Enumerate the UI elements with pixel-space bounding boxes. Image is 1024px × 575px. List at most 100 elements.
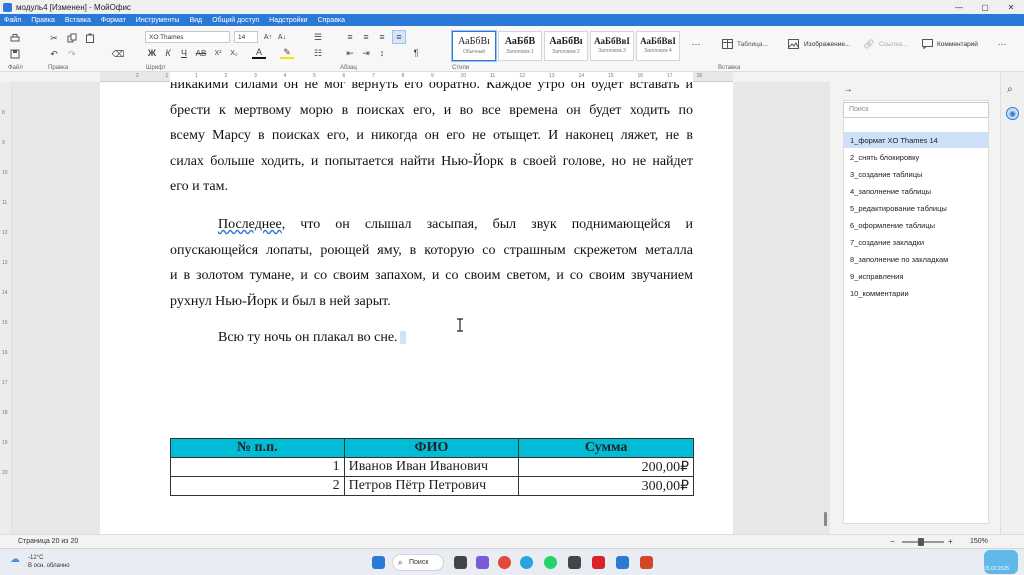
bookmark-item[interactable]: 2_снять блокировку (844, 149, 988, 165)
font-size-select[interactable]: 14 (234, 31, 258, 43)
align-justify-icon[interactable]: ≡ (392, 30, 406, 44)
pilcrow-icon[interactable]: ¶ (410, 47, 422, 59)
start-icon[interactable] (372, 556, 385, 569)
menu-addons[interactable]: Надстройки (269, 17, 307, 24)
line-spacing-icon[interactable]: ↕ (376, 47, 388, 59)
myoffice-icon[interactable] (616, 556, 629, 569)
whatsapp-icon[interactable] (544, 556, 557, 569)
insert-table-button[interactable]: Таблица... (737, 41, 768, 48)
paragraph-1[interactable]: никакими силами он не мог вернуть его об… (170, 82, 693, 200)
insert-image-button[interactable]: Изображение... (804, 41, 850, 48)
chrome-icon[interactable] (498, 556, 511, 569)
document-area[interactable]: никакими силами он не мог вернуть его об… (12, 82, 830, 534)
highlight-icon[interactable]: ✎ (280, 47, 294, 59)
table-icon[interactable] (720, 38, 734, 50)
strikethrough-button[interactable]: АВ (194, 47, 208, 59)
horizontal-ruler[interactable]: 2 1 1 2 3 4 5 6 7 8 9 10 11 12 13 14 15 16 17 18 (100, 72, 733, 82)
style-heading-4[interactable]: АаБбВвI Заголовок 4 (636, 31, 680, 61)
table-cell[interactable]: 1 (170, 457, 345, 477)
zoom-in-icon[interactable]: + (948, 537, 953, 546)
menu-tools[interactable]: Инструменты (136, 17, 180, 24)
font-family-select[interactable]: XO Thames (145, 31, 230, 43)
table-header-cell[interactable]: Сумма (518, 438, 694, 458)
yandex-icon[interactable] (592, 556, 605, 569)
minimize-button[interactable]: — (946, 0, 972, 14)
insert-link-button[interactable]: Ссылка... (879, 41, 907, 48)
bold-button[interactable]: Ж (146, 47, 158, 59)
taskbar-search[interactable]: ⌕ Поиск (392, 554, 444, 571)
menu-file[interactable]: Файл (4, 17, 21, 24)
style-heading-2[interactable]: АаБбВı Заголовок 2 (544, 31, 588, 61)
spellcheck-word[interactable]: Последнее (218, 217, 282, 232)
table-cell[interactable]: 200,00₽ (518, 457, 694, 477)
table-cell[interactable]: 300,00₽ (518, 476, 694, 496)
search-icon[interactable]: ⌕ (1007, 84, 1013, 95)
bookmark-item[interactable]: 4_заполнение таблицы (844, 183, 988, 199)
more-styles-icon[interactable]: ⋯ (690, 38, 702, 50)
zoom-out-icon[interactable]: − (890, 537, 895, 546)
bookmark-item[interactable]: 9_исправления (844, 268, 988, 284)
style-heading-3[interactable]: АаБбВвI Заголовок 3 (590, 31, 634, 61)
menu-edit[interactable]: Правка (31, 17, 55, 24)
cut-icon[interactable]: ✂ (48, 32, 60, 44)
print-icon[interactable] (8, 32, 22, 44)
indent-increase-icon[interactable]: ⇥ (360, 47, 372, 59)
bookmark-item[interactable]: 3_создание таблицы (844, 166, 988, 182)
bookmark-item[interactable]: 10_комментарии (844, 285, 988, 301)
redo-icon[interactable]: ↷ (66, 48, 78, 60)
font-color-icon[interactable]: A (252, 47, 266, 59)
bookmark-item[interactable]: 8_заполнение по закладкам (844, 251, 988, 267)
bookmark-item[interactable]: 7_создание закладки (844, 234, 988, 250)
zoom-slider-thumb[interactable] (918, 538, 924, 546)
table-cell[interactable]: 2 (170, 476, 345, 496)
zoom-level[interactable]: 150% (970, 538, 988, 545)
explorer-icon[interactable] (568, 556, 581, 569)
bookmarks-search-input[interactable]: Поиск (843, 102, 989, 118)
collapse-panel-icon[interactable]: → (843, 84, 853, 95)
close-button[interactable]: ✕ (998, 0, 1024, 14)
undo-icon[interactable]: ↶ (48, 48, 60, 60)
maximize-button[interactable]: ▢ (972, 0, 998, 14)
table-row[interactable]: 2 Петров Пётр Петрович 300,00₽ (170, 476, 694, 496)
table-row[interactable]: 1 Иванов Иван Иванович 200,00₽ (170, 457, 694, 477)
table-header-cell[interactable]: № п.п. (170, 438, 345, 458)
bookmark-item[interactable]: 6_оформление таблицы (844, 217, 988, 233)
menu-format[interactable]: Формат (101, 17, 126, 24)
table-cell[interactable]: Петров Пётр Петрович (343, 476, 520, 496)
subscript-icon[interactable]: X₂ (228, 47, 240, 59)
vertical-scrollbar[interactable] (824, 512, 827, 526)
shrink-font-icon[interactable]: A↓ (276, 31, 288, 43)
menu-help[interactable]: Справка (318, 17, 345, 24)
link-icon[interactable]: 🔗︎ (862, 38, 876, 50)
comment-icon[interactable] (920, 38, 934, 50)
more-insert-icon[interactable]: ⋯ (996, 38, 1008, 50)
paragraph-2[interactable]: Последнее, что он слышал засыпая, был зв… (170, 212, 693, 314)
menu-insert[interactable]: Вставка (65, 17, 91, 24)
bookmark-item[interactable]: 5_редактирование таблицы (844, 200, 988, 216)
italic-button[interactable]: К (162, 47, 174, 59)
save-icon[interactable] (8, 48, 22, 60)
image-icon[interactable] (786, 38, 800, 50)
weather-widget[interactable]: ☁ -12°C В осн. облачно (10, 554, 70, 570)
underline-button[interactable]: Ч (178, 47, 190, 59)
table-header-cell[interactable]: ФИО (343, 438, 520, 458)
grow-font-icon[interactable]: A↑ (262, 31, 274, 43)
telegram-icon[interactable] (520, 556, 533, 569)
document-table[interactable]: № п.п. ФИО Сумма 1 Иванов Иван Иванович … (170, 438, 694, 496)
task-view-icon[interactable] (454, 556, 467, 569)
chat-icon[interactable] (476, 556, 489, 569)
powerpoint-icon[interactable] (640, 556, 653, 569)
insert-comment-button[interactable]: Комментарий (937, 41, 978, 48)
copy-icon[interactable] (66, 32, 78, 44)
indent-decrease-icon[interactable]: ⇤ (344, 47, 356, 59)
superscript-icon[interactable]: X² (212, 47, 224, 59)
numbered-list-icon[interactable]: ☷ (312, 47, 324, 59)
navigation-icon[interactable]: ◉ (1006, 107, 1019, 120)
menu-view[interactable]: Вид (189, 17, 202, 24)
align-right-icon[interactable]: ≡ (376, 31, 388, 43)
style-normal[interactable]: АаБбВı Обычный (452, 31, 496, 61)
style-heading-1[interactable]: АаБбВ Заголовок 1 (498, 31, 542, 61)
table-cell[interactable]: Иванов Иван Иванович (343, 457, 520, 477)
paste-icon[interactable] (84, 32, 96, 44)
menu-sharing[interactable]: Общий доступ (212, 17, 259, 24)
